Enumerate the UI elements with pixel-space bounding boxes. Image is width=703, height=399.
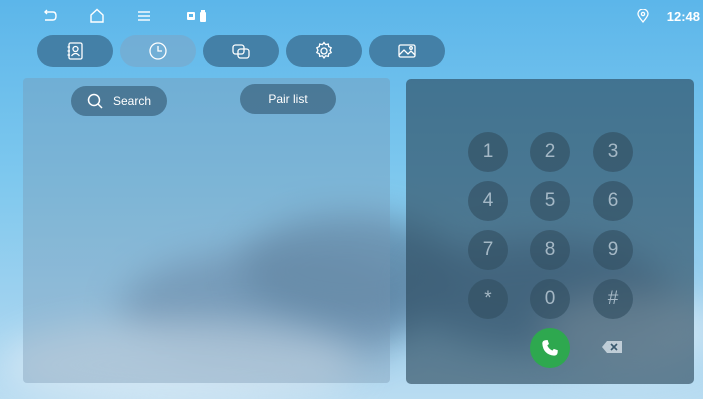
- pairing-list-panel: Search Pair list: [23, 78, 390, 383]
- pair-list-button[interactable]: Pair list: [240, 84, 336, 114]
- location-icon: [636, 8, 650, 24]
- dial-key-7[interactable]: 7: [468, 230, 508, 270]
- clock: 12:48: [666, 9, 700, 24]
- pair-list-label: Pair list: [268, 92, 308, 106]
- search-button[interactable]: Search: [71, 86, 167, 116]
- tab-settings[interactable]: [286, 35, 362, 67]
- tab-recents[interactable]: [120, 35, 196, 67]
- dial-key-4[interactable]: 4: [468, 181, 508, 221]
- dial-key-6[interactable]: 6: [593, 181, 633, 221]
- dial-key-8[interactable]: 8: [530, 230, 570, 270]
- back-icon[interactable]: [41, 7, 59, 25]
- backspace-icon: [602, 341, 622, 353]
- dial-key-9[interactable]: 9: [593, 230, 633, 270]
- bluetooth-phone-screen: 12:48 Search Pair list 1 2 3 4 5 6 7 8 9…: [0, 0, 703, 399]
- notification-icons: [186, 9, 212, 23]
- image-icon: [398, 44, 416, 58]
- dial-key-1[interactable]: 1: [468, 132, 508, 172]
- status-bar: 12:48: [0, 0, 703, 32]
- delete-button[interactable]: [597, 337, 627, 357]
- call-button[interactable]: [530, 328, 570, 368]
- phone-icon: [542, 340, 558, 356]
- dial-key-2[interactable]: 2: [530, 132, 570, 172]
- tab-gallery[interactable]: [369, 35, 445, 67]
- search-icon: [87, 93, 103, 109]
- dial-key-3[interactable]: 3: [593, 132, 633, 172]
- clock-icon: [149, 42, 167, 60]
- link-icon: [232, 44, 250, 59]
- tab-pairing[interactable]: [203, 35, 279, 67]
- search-label: Search: [112, 94, 152, 108]
- dialpad-panel: 1 2 3 4 5 6 7 8 9 * 0 #: [406, 79, 694, 384]
- gear-icon: [315, 41, 333, 59]
- dial-key-hash[interactable]: #: [593, 279, 633, 319]
- home-icon[interactable]: [88, 7, 106, 25]
- dial-key-0[interactable]: 0: [530, 279, 570, 319]
- contacts-icon: [67, 42, 83, 60]
- menu-icon[interactable]: [135, 7, 153, 25]
- tab-contacts[interactable]: [37, 35, 113, 67]
- dial-key-star[interactable]: *: [468, 279, 508, 319]
- dial-key-5[interactable]: 5: [530, 181, 570, 221]
